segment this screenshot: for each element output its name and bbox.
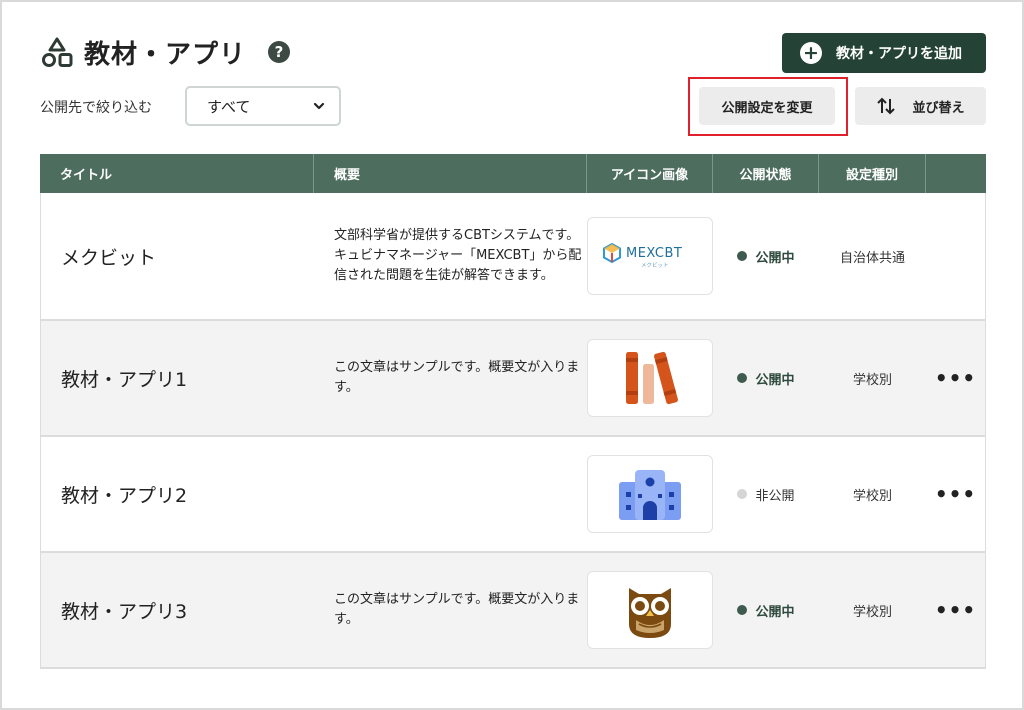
row-type: 自治体共通 <box>839 250 905 266</box>
table-row[interactable]: メクビット 文部科学省が提供するCBTシステムです。キュビナマネージャー「MEX… <box>40 193 986 321</box>
add-app-button[interactable]: + 教材・アプリを追加 <box>782 33 986 73</box>
table-header: タイトル 概要 アイコン画像 公開状態 設定種別 <box>40 154 986 193</box>
page-title: 教材・アプリ <box>84 39 247 70</box>
sort-button[interactable]: 並び替え <box>855 87 986 125</box>
row-summary: 文部科学省が提供するCBTシステムです。キュビナマネージャー「MEXCBT」から… <box>334 227 582 284</box>
row-summary <box>314 437 587 551</box>
filter-label: 公開先で絞り込む <box>40 100 152 116</box>
row-title: 教材・アプリ2 <box>61 484 188 507</box>
filter-select[interactable]: すべて <box>185 86 341 126</box>
books-icon <box>587 339 713 417</box>
apps-table: タイトル 概要 アイコン画像 公開状態 設定種別 メクビット 文部科学省が提供す… <box>40 154 986 669</box>
more-options-icon[interactable]: ••• <box>926 321 985 435</box>
sort-label: 並び替え <box>912 100 965 116</box>
more-options-icon[interactable]: ••• <box>926 553 985 667</box>
row-summary: この文章はサンプルです。概要文が入ります。 <box>334 359 580 395</box>
chevron-down-icon <box>313 102 325 110</box>
column-header-actions <box>926 154 986 193</box>
column-header-icon: アイコン画像 <box>587 154 713 193</box>
table-row[interactable]: 教材・アプリ1 この文章はサンプルです。概要文が入ります。 公開中 学校別 ••… <box>40 321 986 437</box>
row-type: 学校別 <box>852 488 892 504</box>
change-publish-settings-button[interactable]: 公開設定を変更 <box>699 87 835 125</box>
row-menu <box>926 193 985 319</box>
page-header: 教材・アプリ ? <box>40 32 291 72</box>
add-app-label: 教材・アプリを追加 <box>836 46 962 62</box>
status-label: 公開中 <box>755 250 795 266</box>
status-badge: 公開中 <box>737 369 795 388</box>
logo-text: MEXCBT <box>626 246 682 261</box>
status-label: 公開中 <box>755 604 795 620</box>
plus-circle-icon: + <box>800 42 822 64</box>
row-summary: この文章はサンプルです。概要文が入ります。 <box>334 591 580 627</box>
status-dot-icon <box>737 251 748 261</box>
filter-value: すべて <box>207 97 251 116</box>
column-header-status: 公開状態 <box>713 154 819 193</box>
status-badge: 公開中 <box>737 247 795 266</box>
status-label: 非公開 <box>755 488 795 504</box>
status-label: 公開中 <box>755 372 795 388</box>
page-frame: 教材・アプリ ? + 教材・アプリを追加 公開先で絞り込む すべて 公開設定を変… <box>0 0 1024 710</box>
owl-icon <box>587 571 713 649</box>
school-building-icon <box>587 455 713 533</box>
column-header-title: タイトル <box>40 154 314 193</box>
shapes-icon <box>42 37 73 67</box>
row-title: 教材・アプリ3 <box>61 600 188 623</box>
row-title: 教材・アプリ1 <box>61 368 188 391</box>
more-options-icon[interactable]: ••• <box>926 437 985 551</box>
table-row[interactable]: 教材・アプリ3 この文章はサンプルです。概要文が入ります。 公開中 学校別 ••… <box>40 553 986 669</box>
mexcbt-logo-icon: MEXCBT メクビット <box>587 217 713 295</box>
sort-arrows-icon <box>877 97 896 115</box>
row-title: メクビット <box>61 246 157 269</box>
column-header-type: 設定種別 <box>819 154 926 193</box>
status-badge: 公開中 <box>737 601 795 620</box>
status-dot-icon <box>737 489 748 499</box>
help-icon[interactable]: ? <box>268 41 291 63</box>
column-header-summary: 概要 <box>314 154 587 193</box>
table-row[interactable]: 教材・アプリ2 非公開 学校別 ••• <box>40 437 986 553</box>
status-badge: 非公開 <box>737 485 795 504</box>
row-type: 学校別 <box>852 372 892 388</box>
row-type: 学校別 <box>852 604 892 620</box>
logo-subtext: メクビット <box>641 261 669 269</box>
status-dot-icon <box>737 373 748 383</box>
status-dot-icon <box>737 605 748 615</box>
